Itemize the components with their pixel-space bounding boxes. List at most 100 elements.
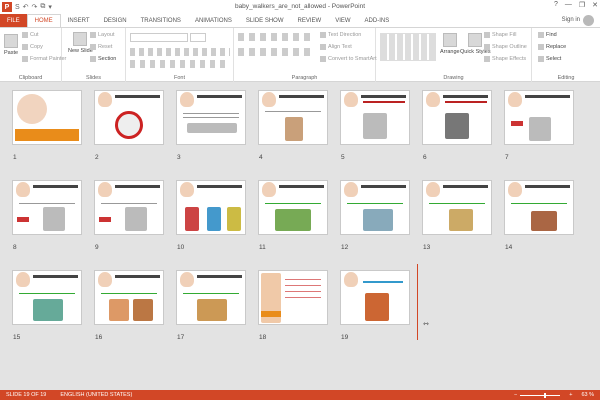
list-buttons[interactable] (238, 33, 314, 41)
zoom-slider-thumb[interactable] (544, 392, 547, 398)
sign-in-link[interactable]: Sign in (562, 17, 580, 23)
replace-icon (538, 44, 544, 50)
close-icon[interactable]: ✕ (592, 1, 598, 9)
replace-label: Replace (546, 44, 567, 50)
slide-thumbnail[interactable] (422, 90, 492, 145)
zoom-slider[interactable] (520, 392, 561, 398)
format-painter-button[interactable]: Format Painter (22, 56, 66, 62)
slide-thumbnail[interactable] (94, 270, 164, 325)
convert-smartart-button[interactable]: Convert to SmartArt (320, 56, 377, 62)
slide-thumbnail[interactable] (340, 90, 410, 145)
slide-thumbnail[interactable] (504, 180, 574, 235)
find-icon (538, 32, 544, 38)
font-size-dropdown[interactable] (190, 33, 206, 42)
tab-transitions[interactable]: TRANSITIONS (134, 14, 188, 27)
window-controls: ? — ❐ ✕ (554, 1, 598, 9)
baby-image (426, 92, 440, 107)
slide-number: 10 (177, 244, 185, 251)
text-line (183, 113, 239, 114)
convert-smartart-label: Convert to SmartArt (328, 56, 377, 62)
title-bar: P S ↶ ↷ ⧉ ▾ baby_walkers_are_not_allowed… (0, 0, 600, 14)
font-color-buttons[interactable] (130, 60, 230, 68)
slide-thumbnail[interactable] (340, 180, 410, 235)
help-icon[interactable]: ? (554, 1, 558, 9)
tab-review[interactable]: REVIEW (291, 14, 329, 27)
minimize-icon[interactable]: — (565, 1, 572, 9)
baby-image (16, 182, 30, 197)
shapes-gallery[interactable] (380, 33, 436, 61)
tab-home[interactable]: HOME (26, 14, 61, 27)
slide-thumbnail[interactable] (12, 270, 82, 325)
smartart-icon (320, 56, 326, 62)
reset-button[interactable]: Reset (90, 44, 112, 50)
drawing-group: Arrange Quick Styles Shape Fill Shape Ou… (376, 28, 532, 82)
slide-thumbnail[interactable] (258, 180, 328, 235)
select-button[interactable]: Select (538, 56, 561, 62)
mouse-cursor-icon: ⇿ (423, 321, 429, 328)
walker-image (125, 207, 147, 231)
zoom-in-icon[interactable]: + (569, 392, 572, 398)
slide-thumbnail[interactable] (422, 180, 492, 235)
cut-button[interactable]: Cut (22, 32, 39, 38)
new-slide-icon (73, 32, 88, 46)
replace-button[interactable]: Replace (538, 44, 566, 50)
slide-thumbnail[interactable] (258, 90, 328, 145)
arrange-icon (442, 33, 457, 47)
layout-icon (90, 32, 96, 38)
slide-title (33, 275, 78, 278)
slide-thumbnail[interactable] (258, 270, 328, 325)
slide-thumbnail[interactable] (94, 180, 164, 235)
font-name-dropdown[interactable] (130, 33, 188, 42)
shape-effects-button[interactable]: Shape Effects (484, 56, 526, 62)
tab-view[interactable]: VIEW (328, 14, 357, 27)
slide-thumbnail[interactable] (504, 90, 574, 145)
section-label: Section (98, 56, 117, 62)
tab-animations[interactable]: ANIMATIONS (188, 14, 239, 27)
slide-sorter: 1 2 3 4 5 6 7 8 9 10 11 12 13 14 15 16 1… (0, 82, 600, 390)
slide-thumbnail[interactable] (94, 90, 164, 145)
text-direction-button[interactable]: Text Direction (320, 32, 361, 38)
copy-button[interactable]: Copy (22, 44, 43, 50)
tab-file[interactable]: FILE (0, 14, 27, 27)
slide-title (115, 275, 160, 278)
language-indicator[interactable]: ENGLISH (UNITED STATES) (60, 392, 132, 398)
slide-thumbnail[interactable] (340, 270, 410, 325)
shape-outline-button[interactable]: Shape Outline (484, 44, 527, 50)
text-line (285, 297, 321, 298)
paste-button[interactable]: Paste (4, 34, 18, 56)
restore-icon[interactable]: ❐ (579, 1, 585, 9)
slide-title (33, 185, 78, 188)
baby-image (262, 182, 276, 197)
avatar[interactable] (583, 15, 594, 26)
toy-image (363, 209, 393, 231)
baby-image (262, 92, 276, 107)
baby-image (180, 272, 194, 287)
scissors-icon (22, 32, 28, 38)
tab-design[interactable]: DESIGN (97, 14, 134, 27)
tab-insert[interactable]: INSERT (61, 14, 97, 27)
slide-title (279, 95, 324, 98)
zoom-level[interactable]: 63 % (581, 392, 594, 398)
slide-thumbnail[interactable] (12, 180, 82, 235)
section-icon (90, 56, 96, 62)
slide-thumbnail[interactable] (176, 270, 246, 325)
editing-group-label: Editing (557, 75, 575, 81)
tab-slide-show[interactable]: SLIDE SHOW (239, 14, 291, 27)
section-button[interactable]: Section (90, 56, 116, 62)
slide-thumbnail[interactable] (176, 90, 246, 145)
slide-title (361, 95, 406, 98)
zoom-out-icon[interactable]: − (514, 392, 517, 398)
arrange-button[interactable]: Arrange (440, 33, 460, 55)
align-buttons[interactable] (238, 48, 314, 56)
slide-number: 13 (423, 244, 431, 251)
find-button[interactable]: Find (538, 32, 557, 38)
align-text-button[interactable]: Align Text (320, 44, 352, 50)
shape-fill-button[interactable]: Shape Fill (484, 32, 516, 38)
slide-thumbnail[interactable] (176, 180, 246, 235)
slide-thumbnail[interactable] (12, 90, 82, 145)
baby-image (344, 182, 358, 197)
layout-button[interactable]: Layout (90, 32, 115, 38)
font-format-buttons[interactable] (130, 48, 230, 56)
tab-add-ins[interactable]: ADD-INS (358, 14, 397, 27)
brush-icon (22, 56, 28, 62)
